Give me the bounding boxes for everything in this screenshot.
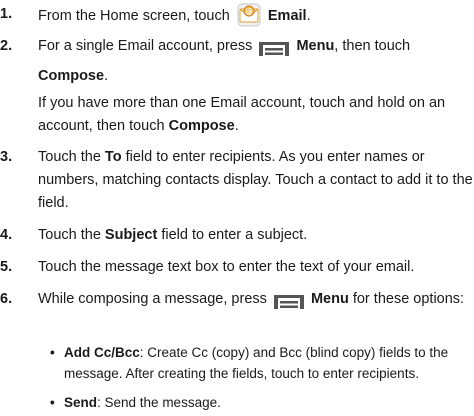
menu-key-icon (259, 41, 290, 65)
option-add-cc-bcc: • Add Cc/Bcc: Create Cc (copy) and Bcc (… (50, 342, 474, 384)
step-number: 4. (0, 227, 13, 243)
bullet-dot: • (50, 395, 55, 410)
step-number: 6. (0, 291, 13, 307)
compose-label: Compose (38, 68, 105, 84)
step-1: 1. From the Home screen, touch @ Email. (0, 3, 474, 27)
subject-field-label: Subject (104, 227, 158, 243)
step-number: 2. (0, 38, 13, 54)
step-5: 5. Touch the message text box to enter t… (0, 256, 474, 280)
step-3: 3. Touch the To field to enter recipient… (0, 146, 474, 216)
step-2: 2. For a single Email account, press Men… (0, 35, 474, 84)
option-label: Add Cc/Bcc (64, 345, 140, 360)
to-field-label: To (104, 149, 122, 165)
step-text: For a single Email account, press (38, 38, 253, 54)
option-send: • Send: Send the message. (50, 392, 474, 414)
option-label: Send (64, 395, 98, 410)
step-text: From the Home screen, touch (38, 8, 230, 24)
compose-label: Compose (168, 118, 235, 134)
menu-label: Menu (310, 291, 349, 307)
step-number: 1. (0, 6, 13, 22)
step-2-note: If you have more than one Email account,… (38, 95, 446, 134)
step-number: 5. (0, 259, 13, 275)
email-app-icon: @ (237, 3, 261, 35)
menu-key-icon (273, 294, 304, 318)
step-6: 6. While composing a message, press Menu… (0, 288, 474, 336)
step-4: 4. Touch the Subject field to enter a su… (0, 224, 474, 248)
step-text: Touch the message text box to enter the … (38, 259, 415, 275)
menu-label: Menu (296, 38, 335, 54)
email-label: Email (267, 8, 307, 24)
step-number: 3. (0, 149, 13, 165)
bullet-dot: • (50, 345, 55, 360)
svg-text:@: @ (245, 7, 253, 16)
